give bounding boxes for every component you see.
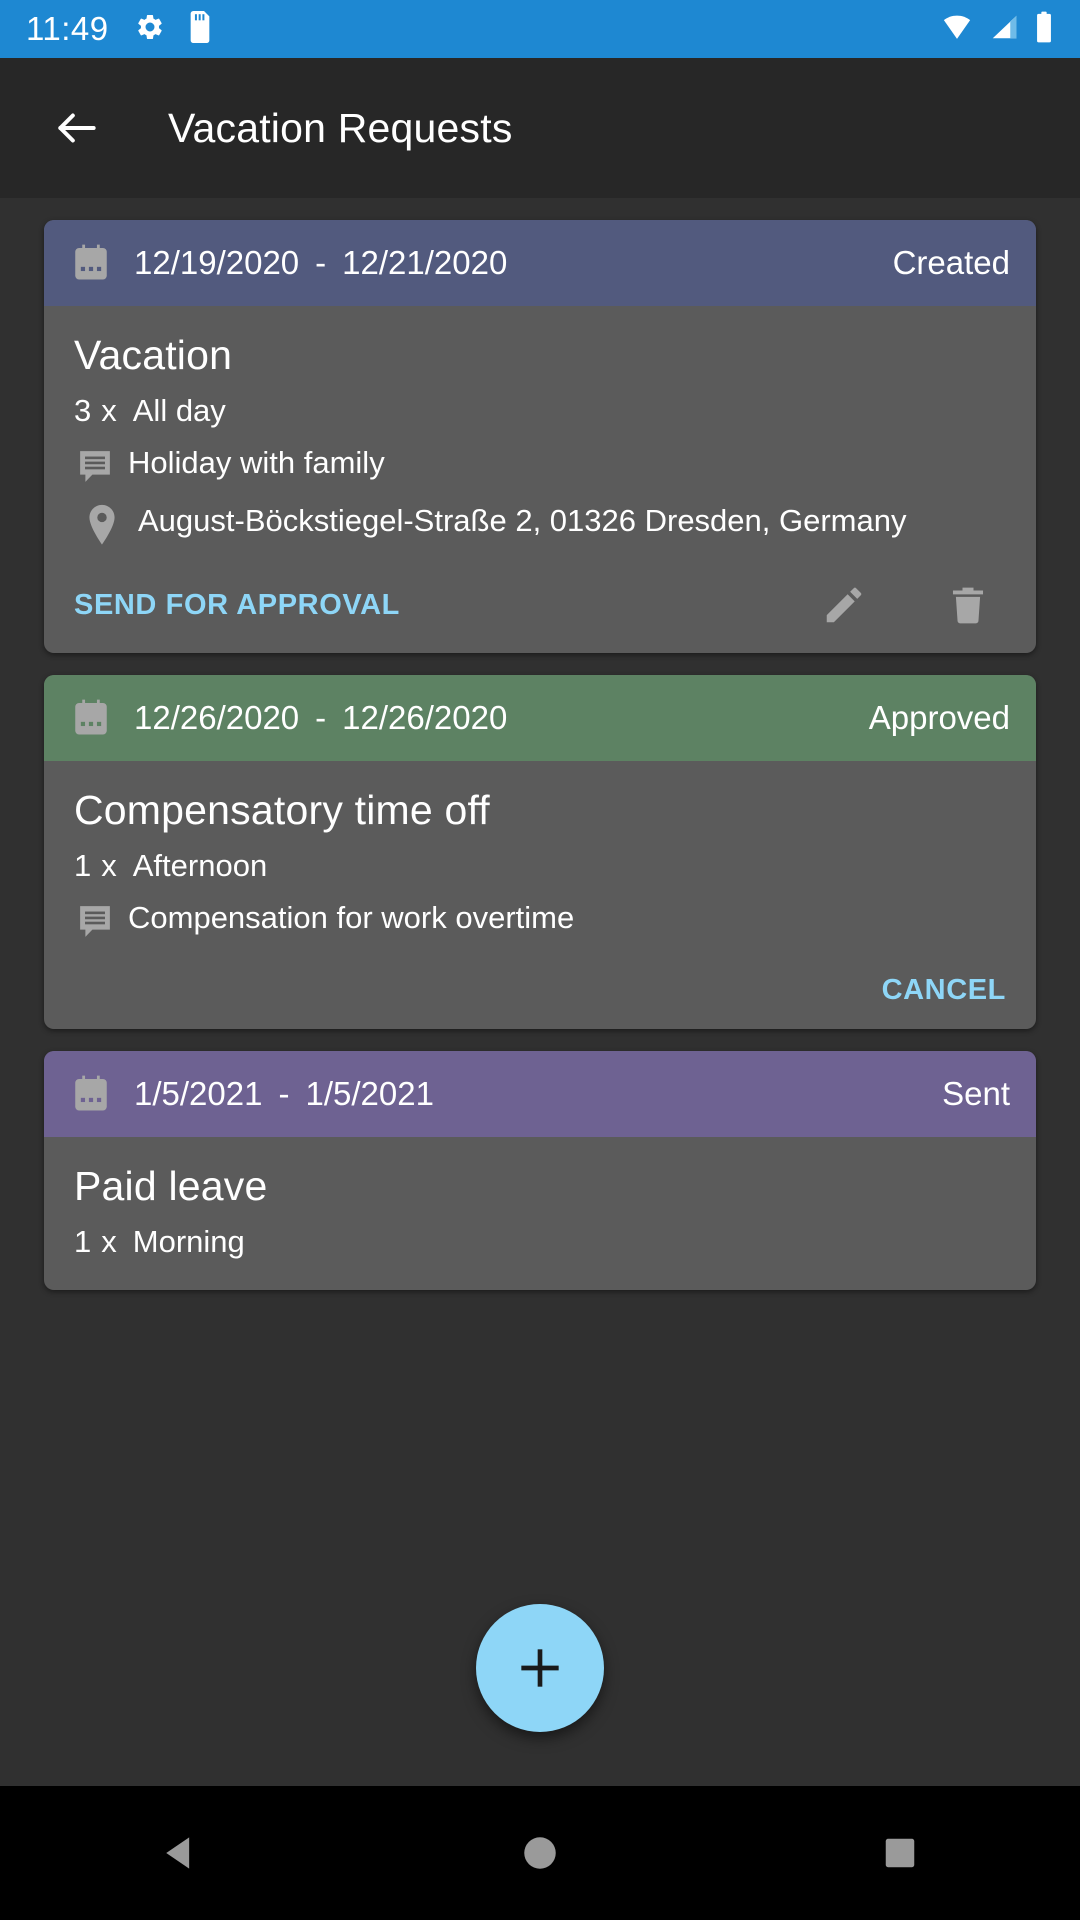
- vacation-request-card[interactable]: 12/19/2020 - 12/21/2020 Created Vacation…: [44, 220, 1036, 653]
- card-actions: SEND FOR APPROVAL: [74, 579, 1006, 631]
- page-title: Vacation Requests: [168, 104, 513, 151]
- note-row: Compensation for work overtime: [74, 896, 1006, 942]
- card-body: Compensatory time off 1 x Afternoon Compen…: [44, 761, 1036, 1029]
- status-bar-left-icons: [135, 10, 213, 48]
- status-bar-right-icons: [940, 11, 1054, 48]
- request-duration: Morning: [132, 1224, 245, 1259]
- date-separator: -: [315, 699, 327, 736]
- note-icon: [74, 896, 128, 942]
- note-text: Compensation for work overtime: [128, 900, 575, 935]
- note-text: Holiday with family: [128, 445, 385, 480]
- start-date: 1/5/2021: [134, 1075, 263, 1112]
- date-separator: -: [315, 244, 327, 281]
- nav-back-button[interactable]: [120, 1803, 240, 1903]
- request-count-row: 3 x All day: [74, 393, 1006, 429]
- request-duration: Afternoon: [132, 848, 268, 883]
- location-row: August-Böckstiegel-Straße 2, 01326 Dresd…: [74, 499, 1006, 547]
- card-body: Vacation 3 x All day Holiday with family A…: [44, 306, 1036, 653]
- send-for-approval-button[interactable]: SEND FOR APPROVAL: [74, 589, 400, 622]
- end-date: 1/5/2021: [305, 1075, 434, 1112]
- edit-button[interactable]: [818, 579, 870, 631]
- plus-icon: [521, 1649, 559, 1687]
- phone-screen: 11:49 Vacation Requests 12/19/2020 - 12/…: [0, 0, 1080, 1920]
- status-bar-clock: 11:49: [26, 10, 109, 47]
- request-type: Vacation: [74, 332, 233, 378]
- multiplier-symbol: x: [101, 848, 117, 883]
- location-pin-icon: [74, 499, 130, 547]
- status-badge: Sent: [942, 1075, 1010, 1112]
- delete-button[interactable]: [942, 579, 994, 631]
- vacation-request-card[interactable]: 12/26/2020 - 12/26/2020 Approved Compens…: [44, 675, 1036, 1029]
- card-action-icons: [818, 579, 1006, 631]
- card-actions: CANCEL: [74, 974, 1006, 1007]
- request-type: Paid leave: [74, 1163, 268, 1209]
- gear-icon: [135, 12, 165, 47]
- card-body: Paid leave 1 x Morning: [44, 1137, 1036, 1290]
- start-date: 12/26/2020: [134, 699, 300, 736]
- system-navigation-bar: [0, 1786, 1080, 1920]
- location-text: August-Böckstiegel-Straße 2, 01326 Dresd…: [138, 503, 907, 538]
- vacation-request-card[interactable]: 1/5/2021 - 1/5/2021 Sent Paid leave 1 x Mo…: [44, 1051, 1036, 1290]
- multiplier-symbol: x: [101, 393, 117, 428]
- end-date: 12/21/2020: [342, 244, 508, 281]
- status-badge: Approved: [868, 699, 1010, 736]
- start-date: 12/19/2020: [134, 244, 300, 281]
- request-count-row: 1 x Afternoon: [74, 848, 1006, 884]
- end-date: 12/26/2020: [342, 699, 508, 736]
- back-button[interactable]: [46, 97, 108, 159]
- status-badge: Created: [892, 244, 1010, 281]
- request-count: 1: [74, 1224, 92, 1259]
- wifi-icon: [940, 12, 974, 47]
- request-duration: All day: [132, 393, 226, 428]
- date-range: 12/19/2020 - 12/21/2020: [134, 244, 507, 282]
- requests-list[interactable]: 12/19/2020 - 12/21/2020 Created Vacation…: [0, 198, 1080, 1786]
- nav-back-triangle-icon: [166, 1837, 190, 1869]
- request-count: 3: [74, 393, 92, 428]
- request-count: 1: [74, 848, 92, 883]
- note-row: Holiday with family: [74, 441, 1006, 487]
- status-bar: 11:49: [0, 0, 1080, 58]
- nav-recents-button[interactable]: [840, 1803, 960, 1903]
- nav-home-circle-icon: [524, 1837, 556, 1869]
- card-header: 1/5/2021 - 1/5/2021 Sent: [44, 1051, 1036, 1137]
- add-request-fab[interactable]: [476, 1604, 604, 1732]
- delete-trash-icon: [952, 587, 984, 624]
- card-header: 12/26/2020 - 12/26/2020 Approved: [44, 675, 1036, 761]
- multiplier-symbol: x: [101, 1224, 117, 1259]
- edit-pencil-icon: [826, 587, 862, 623]
- battery-icon: [1034, 11, 1054, 48]
- app-bar: Vacation Requests: [0, 58, 1080, 198]
- request-type: Compensatory time off: [74, 787, 490, 833]
- request-count-row: 1 x Morning: [74, 1224, 1006, 1260]
- cellular-signal-icon: [988, 12, 1020, 47]
- nav-home-button[interactable]: [480, 1803, 600, 1903]
- back-arrow-icon: [58, 113, 96, 143]
- date-range: 1/5/2021 - 1/5/2021: [134, 1075, 434, 1113]
- note-icon: [74, 441, 128, 487]
- date-range: 12/26/2020 - 12/26/2020: [134, 699, 507, 737]
- calendar-icon: [70, 1073, 112, 1115]
- card-header: 12/19/2020 - 12/21/2020 Created: [44, 220, 1036, 306]
- calendar-icon: [70, 697, 112, 739]
- calendar-icon: [70, 242, 112, 284]
- nav-recents-square-icon: [885, 1838, 915, 1868]
- sd-card-icon: [187, 10, 213, 48]
- date-separator: -: [278, 1075, 290, 1112]
- cancel-button[interactable]: CANCEL: [882, 974, 1006, 1007]
